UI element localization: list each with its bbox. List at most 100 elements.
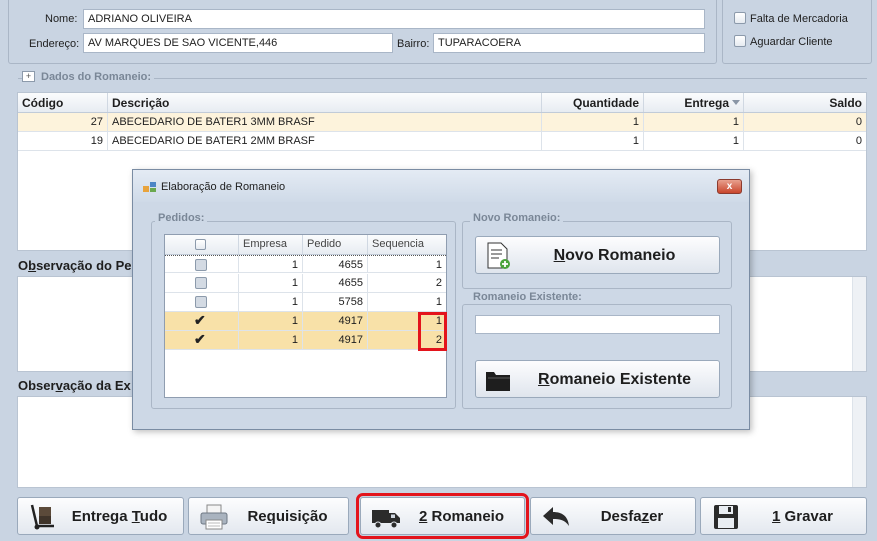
row-checkbox[interactable]: [195, 277, 207, 289]
table-row[interactable]: 19 ABECEDARIO DE BATER1 2MM BRASF 1 1 0: [18, 132, 866, 151]
pedido-row[interactable]: ✔ 1 4917 1: [165, 312, 446, 331]
pedidos-grid[interactable]: Empresa Pedido Sequencia 1 4655 1 1 4655…: [164, 234, 447, 398]
novo-romaneio-label: Novo Romaneio: [516, 247, 713, 265]
pedidos-title: Pedidos:: [155, 212, 208, 224]
elaboracao-romaneio-dialog: Elaboração de Romaneio x Pedidos: Empres…: [132, 169, 750, 430]
cell-pedido: 4917: [303, 312, 368, 330]
btn-text-c: Gravar: [780, 508, 833, 525]
desfazer-button[interactable]: Desfazer: [530, 497, 696, 535]
col-entrega-label: Entrega: [684, 96, 729, 110]
cell-sequencia: 2: [435, 277, 442, 289]
obs-pedido-title-b: b: [28, 258, 37, 273]
aguardar-cliente-label: Aguardar Cliente: [750, 36, 833, 48]
new-document-icon: [487, 242, 510, 269]
romaneio-existente-button[interactable]: Romaneio Existente: [475, 360, 720, 398]
col-pedido[interactable]: Pedido: [303, 235, 368, 254]
bairro-field[interactable]: TUPARACOERA: [433, 33, 705, 53]
flags-panel: [722, 0, 872, 64]
cell-check: [165, 293, 239, 311]
cell-entrega: 1: [644, 132, 744, 150]
endereco-label: Endereço:: [29, 38, 80, 50]
aguardar-cliente-checkbox[interactable]: [734, 35, 746, 47]
btn-text-a: Re: [247, 508, 267, 525]
pedido-row[interactable]: 1 4655 1: [165, 255, 446, 273]
falta-mercadoria-checkbox[interactable]: [734, 12, 746, 24]
col-quantidade[interactable]: Quantidade: [542, 93, 644, 112]
table-row[interactable]: 27 ABECEDARIO DE BATER1 3MM BRASF 1 1 0: [18, 113, 866, 132]
cell-check: ✔: [165, 312, 239, 330]
gravar-button[interactable]: 1 Gravar: [700, 497, 867, 535]
itens-grid-header: Código Descrição Quantidade Entrega Sald…: [18, 93, 866, 113]
col-descricao[interactable]: Descrição: [108, 93, 542, 112]
requisicao-label: Requisição: [233, 508, 342, 525]
close-icon[interactable]: x: [717, 179, 742, 194]
col-codigo[interactable]: Código: [18, 93, 108, 112]
endereco-field[interactable]: AV MARQUES DE SAO VICENTE,446: [83, 33, 393, 53]
cell-pedido: 4917: [303, 331, 368, 349]
observacao-expedicao-title: Observação da Ex: [18, 378, 131, 393]
cell-pedido: 5758: [303, 293, 368, 311]
romaneio-existente-label: Romaneio Existente: [516, 371, 713, 389]
romaneio-existente-title: Romaneio Existente:: [470, 291, 585, 303]
cell-empresa: 1: [239, 331, 303, 349]
dialog-title: Elaboração de Romaneio: [161, 181, 286, 193]
romaneio-existente-input[interactable]: [475, 315, 720, 334]
checkmark-icon[interactable]: ✔: [194, 312, 206, 329]
nome-field[interactable]: ADRIANO OLIVEIRA: [83, 9, 705, 29]
scrollbar[interactable]: [852, 397, 866, 487]
pedido-row[interactable]: 1 5758 1: [165, 293, 446, 312]
truck-icon: [372, 510, 400, 529]
btn-text-a: Entrega: [71, 508, 132, 525]
btn-text-c: Romaneio: [427, 508, 505, 525]
scrollbar[interactable]: [852, 277, 866, 371]
printer-icon: [200, 504, 228, 530]
cell-sequencia: 1: [435, 259, 442, 271]
cell-empresa: 1: [239, 293, 303, 311]
entrega-tudo-label: Entrega Tudo: [62, 508, 177, 525]
col-sequencia[interactable]: Sequencia: [368, 235, 446, 254]
novo-romaneio-button[interactable]: Novo Romaneio: [475, 236, 720, 274]
col-saldo[interactable]: Saldo: [744, 93, 866, 112]
dialog-titlebar[interactable]: Elaboração de Romaneio x: [133, 170, 749, 202]
entrega-tudo-button[interactable]: Entrega Tudo: [17, 497, 184, 535]
row-checkbox[interactable]: [195, 296, 207, 308]
expand-icon[interactable]: +: [22, 71, 35, 82]
cell-pedido: 4655: [303, 256, 368, 272]
col-check[interactable]: [165, 235, 239, 254]
bairro-label: Bairro:: [397, 38, 430, 50]
btn-text-b: T: [131, 508, 140, 525]
btn-text-b: z: [641, 508, 650, 525]
btn-text-c: ovo Romaneio: [565, 247, 676, 264]
cell-check: [165, 256, 239, 272]
cell-quantidade: 1: [542, 113, 644, 131]
btn-text-c: udo: [139, 508, 168, 525]
btn-text-c: omaneio Existente: [549, 371, 691, 388]
obs-exp-title-c: ação da Ex: [62, 378, 131, 393]
requisicao-button[interactable]: Requisição: [188, 497, 349, 535]
sequencia-highlight-box: [418, 312, 447, 351]
col-empresa[interactable]: Empresa: [239, 235, 303, 254]
romaneio-button[interactable]: 2 Romaneio: [356, 493, 529, 539]
dados-romaneio-header: + Dados do Romaneio:: [22, 70, 155, 84]
pedido-row[interactable]: ✔ 1 4917 2: [165, 331, 446, 350]
checkmark-icon[interactable]: ✔: [194, 331, 206, 348]
cell-empresa: 1: [239, 274, 303, 292]
row-checkbox[interactable]: [195, 259, 207, 271]
pedido-row[interactable]: 1 4655 2: [165, 274, 446, 293]
undo-arrow-icon: [543, 507, 569, 526]
col-entrega[interactable]: Entrega: [644, 93, 744, 112]
obs-exp-title-b: v: [55, 378, 63, 393]
btn-text-b: N: [553, 247, 566, 264]
cell-check: [165, 274, 239, 292]
btn-text-b: q: [266, 508, 276, 525]
save-floppy-icon: [714, 505, 738, 529]
btn-text-a: Desfa: [600, 508, 642, 525]
cell-sequencia: 1: [435, 296, 442, 308]
btn-text-b: R: [538, 371, 550, 388]
select-all-checkbox[interactable]: [195, 239, 206, 250]
nome-label: Nome:: [45, 13, 78, 25]
dados-romaneio-title: Dados do Romaneio:: [41, 71, 152, 83]
cell-empresa: 1: [239, 256, 303, 272]
cell-codigo: 19: [18, 132, 108, 150]
hand-truck-icon: [30, 504, 54, 530]
